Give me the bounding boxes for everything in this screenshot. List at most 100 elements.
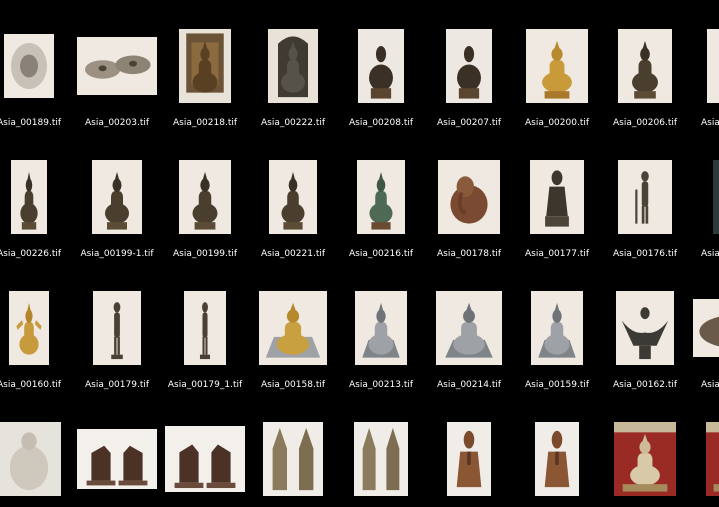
file-item[interactable]: Asia_00200.tif	[513, 0, 601, 131]
file-item[interactable]	[161, 393, 249, 507]
silver-buddha-icon	[355, 291, 407, 365]
file-item[interactable]	[249, 393, 337, 507]
file-item[interactable]: Asia_00174.tif	[689, 262, 719, 393]
file-item[interactable]: Asia_00216.tif	[337, 131, 425, 262]
file-item[interactable]: Asia_00199.tif	[161, 131, 249, 262]
gold-seated-buddha-icon	[526, 29, 588, 103]
thumbnail-frame	[337, 152, 425, 242]
seated-buddha-icon	[269, 160, 317, 234]
thumbnail-frame	[73, 414, 161, 504]
file-item[interactable]: Asia_00176.tif	[601, 131, 689, 262]
thumbnail-frame	[513, 414, 601, 504]
thumbnail-frame	[601, 283, 689, 373]
file-item[interactable]: Asia_00179.tif	[73, 262, 161, 393]
file-item[interactable]	[425, 393, 513, 507]
thumbnail-frame	[689, 283, 719, 373]
file-item[interactable]	[337, 393, 425, 507]
thumbnail-row: Asia_00226.tif Asia_00199-1.tif Asia_001…	[0, 131, 719, 262]
thumbnail-frame	[249, 152, 337, 242]
standing-deity-icon	[618, 160, 672, 234]
file-item[interactable]: Asia_00203.tif	[73, 0, 161, 131]
file-item[interactable]: Asia_00206.tif	[601, 0, 689, 131]
kneeling-figure-icon	[530, 160, 584, 234]
buddha-stele-dark-icon	[268, 29, 318, 103]
file-item[interactable]: Asia_00158.tif	[249, 262, 337, 393]
white-figure-icon	[0, 422, 61, 496]
thumbnail-frame	[0, 414, 73, 504]
thumbnail-frame	[601, 21, 689, 111]
seated-monk-icon	[446, 29, 492, 103]
thumbnail-frame	[425, 414, 513, 504]
file-name-label: Asia_00174.tif	[700, 380, 719, 390]
red-shrine-buddha-icon	[614, 422, 676, 496]
file-item[interactable]: Asia_00177.tif	[513, 131, 601, 262]
file-item[interactable]: Asia_00159.tif	[513, 262, 601, 393]
thumbnail-frame	[425, 283, 513, 373]
green-seated-buddha-icon	[357, 160, 405, 234]
file-item[interactable]: Asia_00226.tif	[0, 131, 73, 262]
gold-tara-icon	[9, 291, 49, 365]
file-item[interactable]	[73, 393, 161, 507]
seated-buddha-icon	[179, 160, 231, 234]
thumbnail-frame	[513, 152, 601, 242]
file-item[interactable]: Asia_00199-1.tif	[73, 131, 161, 262]
thumbnail-frame	[337, 283, 425, 373]
file-item[interactable]: Asia_00160.tif	[0, 262, 73, 393]
thumbnail-frame	[601, 152, 689, 242]
crowned-pair-icon	[263, 422, 323, 496]
file-item[interactable]: Asia_00172.tif	[689, 131, 719, 262]
thumbnail-frame	[689, 152, 719, 242]
file-item[interactable]: Asia_00222.tif	[249, 0, 337, 131]
thumbnail-row: Asia_00189.tif Asia_00203.tif Asia_00218.…	[0, 0, 719, 131]
file-item[interactable]: Asia_00221.tif	[249, 131, 337, 262]
ganesha-icon	[438, 160, 500, 234]
thumbnail-frame	[513, 283, 601, 373]
thumbnail-frame	[337, 414, 425, 504]
seated-buddha-icon	[618, 29, 672, 103]
thumbnail-frame	[0, 21, 73, 111]
silver-buddha-gold-icon	[259, 291, 327, 365]
file-item[interactable]	[0, 393, 73, 507]
file-item[interactable]: Asia_00162.tif	[601, 262, 689, 393]
lion-pair-icon	[165, 426, 245, 492]
seated-monk-icon	[358, 29, 404, 103]
file-item[interactable]: Asia_00189.tif	[0, 0, 73, 131]
file-item[interactable]: Asia_00207.tif	[425, 0, 513, 131]
red-shrine-buddha-icon	[706, 422, 719, 496]
thumbnail-frame	[161, 21, 249, 111]
seated-buddha-icon	[707, 29, 719, 103]
jeweled-box-icon	[693, 299, 719, 357]
file-item[interactable]: Asia_00218.tif	[161, 0, 249, 131]
lion-pair-icon	[77, 429, 157, 489]
thumbnail-frame	[161, 152, 249, 242]
praying-monk-icon	[447, 422, 491, 496]
file-item[interactable]: Asia_00208.tif	[337, 0, 425, 131]
file-item[interactable]: Asia_00213.tif	[337, 262, 425, 393]
standing-deity-blue-icon	[713, 160, 719, 234]
thumbnail-frame	[513, 21, 601, 111]
standing-bronze-icon	[184, 291, 226, 365]
thumbnail-frame	[0, 152, 73, 242]
file-name-label: Asia_00205.tif	[700, 118, 719, 128]
garuda-icon	[616, 291, 674, 365]
file-item[interactable]: Asia_00178.tif	[425, 131, 513, 262]
standing-bronze-icon	[93, 291, 141, 365]
file-item[interactable]: Asia_00214.tif	[425, 262, 513, 393]
crowned-pair-icon	[354, 422, 408, 496]
file-browser-thumbnail-view: Asia_00201.tifAsia_00201-1.tifAsia_00191…	[0, 0, 719, 507]
file-item[interactable]	[513, 393, 601, 507]
thumbnail-frame	[425, 152, 513, 242]
thumbnail-frame	[73, 21, 161, 111]
thumbnail-row	[0, 393, 719, 507]
silver-buddha-icon	[436, 291, 502, 365]
thumbnail-frame	[161, 414, 249, 504]
file-item[interactable]: Asia_00205.tif	[689, 0, 719, 131]
thumbnail-frame	[337, 21, 425, 111]
file-item[interactable]: Asia_00179_1.tif	[161, 262, 249, 393]
cymbals-icon	[77, 37, 157, 95]
shell-ornament-icon	[4, 34, 54, 98]
file-item[interactable]	[601, 393, 689, 507]
thumbnail-frame	[73, 152, 161, 242]
file-item[interactable]	[689, 393, 719, 507]
praying-monk-icon	[535, 422, 579, 496]
